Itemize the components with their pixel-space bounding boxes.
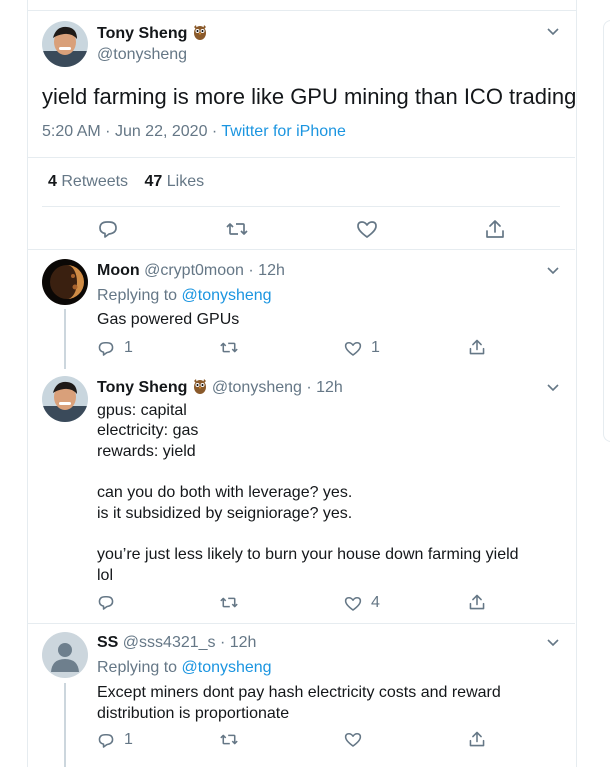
- retweet-button[interactable]: [226, 219, 248, 239]
- chevron-down-icon[interactable]: [545, 23, 561, 39]
- like-icon: [344, 341, 362, 356]
- tweet-text: yield farming is more like GPU mining th…: [42, 84, 577, 109]
- retweets-stat[interactable]: 4 Retweets: [48, 173, 128, 190]
- tweet-date[interactable]: Jun 22, 2020: [115, 123, 208, 140]
- reply-count: 1: [124, 731, 133, 748]
- reply-header: Tony Sheng @tonysheng · 12h: [97, 378, 343, 399]
- reply-text-line: gpus: capital: [97, 402, 187, 419]
- avatar[interactable]: [42, 376, 88, 422]
- separator: ·: [105, 123, 111, 140]
- reply-time[interactable]: · 12h: [248, 262, 284, 279]
- author-handle[interactable]: @sss4321_s: [123, 634, 216, 651]
- separator: ·: [211, 123, 218, 140]
- like-button[interactable]: [356, 219, 378, 239]
- owl-emoji-icon: [193, 24, 207, 45]
- reply-text: Gas powered GPUs: [97, 311, 240, 328]
- like-count: 47: [144, 173, 163, 190]
- reply-icon: [98, 733, 114, 748]
- reply-text-line: is it subsidized by seigniorage? yes.: [97, 505, 353, 522]
- tweet-timestamp: 5:20 AM · Jun 22, 2020 · Twitter for iPh…: [42, 123, 346, 141]
- like-count: 1: [371, 339, 380, 356]
- sidebar-card-edge: [603, 20, 610, 442]
- divider: [28, 157, 575, 158]
- likes-stat[interactable]: 47 Likes: [145, 173, 205, 190]
- avatar[interactable]: [42, 632, 88, 678]
- replying-to-link[interactable]: @tonysheng: [182, 287, 272, 304]
- chevron-down-icon[interactable]: [545, 262, 561, 278]
- reply-button[interactable]: 1: [97, 731, 133, 749]
- divider: [28, 623, 575, 624]
- divider: [28, 249, 575, 250]
- tweet-source[interactable]: Twitter for iPhone: [221, 123, 346, 140]
- engagement-stats: 4 Retweets 47 Likes: [48, 173, 204, 191]
- like-icon: [357, 221, 377, 238]
- reply-text-line: distribution is proportionate: [97, 705, 290, 722]
- reply-text-line: electricity: gas: [97, 422, 199, 439]
- retweet-icon: [220, 734, 238, 745]
- reply-button[interactable]: [97, 594, 115, 611]
- author-handle[interactable]: @crypt0moon: [144, 262, 244, 279]
- reply-icon: [99, 221, 117, 238]
- share-icon: [469, 339, 485, 355]
- reply-text-line: can you do both with leverage? yes.: [97, 484, 353, 501]
- reply-button[interactable]: [97, 219, 119, 239]
- share-icon: [486, 220, 504, 238]
- thread-line: [64, 309, 66, 369]
- reply-text-line: Except miners dont pay hash electricity …: [97, 684, 501, 701]
- reply-time[interactable]: · 12h: [220, 634, 256, 651]
- reply-text-line: you’re just less likely to burn your hou…: [97, 546, 519, 563]
- replying-to-link[interactable]: @tonysheng: [182, 659, 272, 676]
- likes-label: Likes: [166, 173, 205, 190]
- reply-count: 1: [124, 339, 133, 356]
- reply-header: Moon @crypt0moon · 12h: [97, 262, 285, 280]
- author-name[interactable]: Moon: [97, 262, 140, 279]
- reply-text-line: lol: [97, 567, 114, 584]
- reply-header: SS @sss4321_s · 12h: [97, 634, 256, 652]
- reply-text-line: rewards: yield: [97, 443, 196, 460]
- replying-to: Replying to @tonysheng: [97, 657, 272, 678]
- owl-emoji-icon: [193, 378, 207, 399]
- share-icon: [469, 594, 485, 610]
- author-name[interactable]: Tony Sheng: [97, 24, 207, 45]
- retweet-icon: [226, 223, 248, 235]
- retweet-button[interactable]: [220, 731, 238, 748]
- like-count: 4: [371, 594, 380, 611]
- author-handle[interactable]: @tonysheng: [97, 46, 187, 64]
- divider: [42, 206, 560, 207]
- avatar[interactable]: [42, 21, 88, 67]
- share-button[interactable]: [484, 218, 506, 240]
- replying-prefix: Replying to: [97, 659, 182, 676]
- like-icon: [344, 596, 362, 611]
- reply-icon: [98, 595, 114, 610]
- reply-button[interactable]: 1: [97, 339, 133, 357]
- avatar[interactable]: [42, 259, 88, 305]
- replying-prefix: Replying to: [97, 287, 182, 304]
- author-handle[interactable]: @tonysheng: [212, 379, 302, 396]
- retweet-icon: [220, 342, 238, 353]
- like-button[interactable]: [344, 731, 362, 748]
- share-button[interactable]: [468, 338, 486, 356]
- retweets-label: Retweets: [61, 173, 129, 190]
- replying-to: Replying to @tonysheng: [97, 285, 272, 306]
- chevron-down-icon[interactable]: [545, 379, 561, 395]
- share-button[interactable]: [468, 730, 486, 748]
- top-divider: [27, 10, 576, 11]
- reply-icon: [98, 341, 114, 356]
- retweet-icon: [220, 597, 238, 608]
- chevron-down-icon[interactable]: [545, 634, 561, 650]
- retweet-button[interactable]: [220, 594, 238, 611]
- tweet-time[interactable]: 5:20 AM: [42, 123, 101, 140]
- retweet-button[interactable]: [220, 339, 238, 356]
- share-button[interactable]: [468, 593, 486, 611]
- author-name[interactable]: SS: [97, 634, 118, 651]
- like-icon: [344, 732, 362, 747]
- share-icon: [469, 731, 485, 747]
- like-button[interactable]: 1: [344, 339, 380, 357]
- retweet-count: 4: [48, 173, 57, 190]
- like-button[interactable]: 4: [344, 594, 380, 612]
- thread-line: [64, 683, 66, 767]
- reply-time[interactable]: · 12h: [306, 379, 342, 396]
- author-name[interactable]: Tony Sheng: [97, 379, 187, 396]
